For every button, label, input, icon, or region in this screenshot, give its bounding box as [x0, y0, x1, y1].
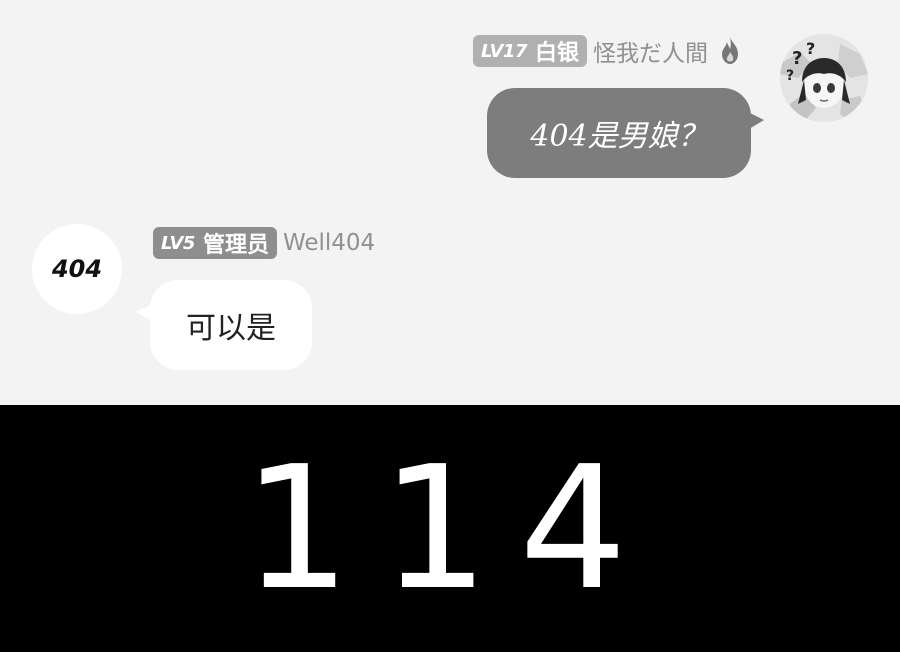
- incoming-level-badge: LV5 管理员: [153, 227, 277, 259]
- incoming-username[interactable]: Well404: [283, 230, 375, 256]
- incoming-message-bubble[interactable]: 可以是: [150, 280, 312, 370]
- outgoing-level-text: LV17: [481, 40, 527, 62]
- incoming-role-text: 管理员: [202, 233, 269, 258]
- svg-text:?: ?: [792, 48, 802, 69]
- incoming-avatar-text: 404: [51, 255, 103, 283]
- svg-text:?: ?: [806, 39, 815, 58]
- caption-text: 114: [242, 429, 658, 628]
- svg-text:?: ?: [786, 68, 794, 84]
- outgoing-level-badge: LV17 白银: [473, 35, 587, 67]
- incoming-level-text: LV5: [161, 232, 195, 254]
- outgoing-message-bubble[interactable]: 404是男娘？: [487, 88, 751, 178]
- incoming-sender-row: LV5 管理员 Well404: [153, 226, 375, 260]
- outgoing-message-text: 404是男娘？: [530, 119, 708, 154]
- chat-area: LV17 白银 怪我だ人間 ? ? ? 404是男娘？ 404 LV5 管理员 …: [0, 0, 900, 405]
- outgoing-avatar[interactable]: ? ? ?: [780, 34, 868, 122]
- incoming-avatar[interactable]: 404: [32, 224, 122, 314]
- incoming-message-text: 可以是: [186, 311, 276, 346]
- outgoing-bubble-tail: [744, 110, 764, 132]
- flame-icon: [718, 36, 742, 66]
- outgoing-sender-row: LV17 白银 怪我だ人間: [473, 34, 742, 68]
- outgoing-role-text: 白银: [534, 41, 579, 66]
- caption-panel: 114: [0, 405, 900, 652]
- anime-girl-avatar-icon: ? ? ?: [780, 34, 868, 122]
- outgoing-username[interactable]: 怪我だ人間: [593, 34, 708, 68]
